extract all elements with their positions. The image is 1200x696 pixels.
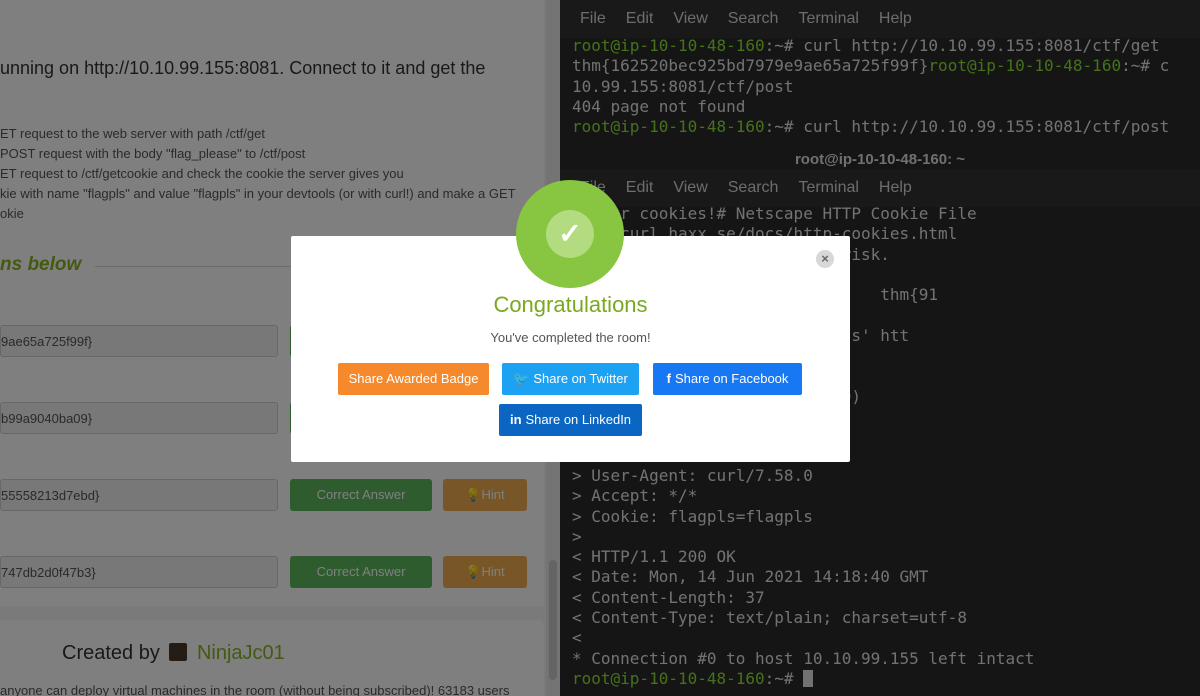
- share-twitter-button[interactable]: 🐦 Share on Twitter: [502, 363, 639, 395]
- share-twitter-label: Share on Twitter: [533, 371, 628, 386]
- share-facebook-label: Share on Facebook: [674, 371, 789, 386]
- seal-icon: ✓: [546, 210, 594, 258]
- share-facebook-button[interactable]: f Share on Facebook: [653, 363, 802, 395]
- modal-title: Congratulations: [493, 292, 648, 317]
- badge-emblem: ✓: [516, 180, 624, 288]
- modal-subtitle: You've completed the room!: [490, 330, 651, 345]
- twitter-icon: 🐦: [513, 371, 530, 386]
- share-badge-button[interactable]: Share Awarded Badge: [338, 363, 489, 395]
- close-icon[interactable]: ×: [816, 250, 834, 268]
- linkedin-icon: in: [509, 412, 522, 427]
- facebook-icon: f: [666, 371, 671, 386]
- share-linkedin-label: Share on LinkedIn: [525, 412, 632, 427]
- checkmark-icon: ✓: [558, 218, 582, 249]
- share-linkedin-button[interactable]: in Share on LinkedIn: [499, 404, 642, 436]
